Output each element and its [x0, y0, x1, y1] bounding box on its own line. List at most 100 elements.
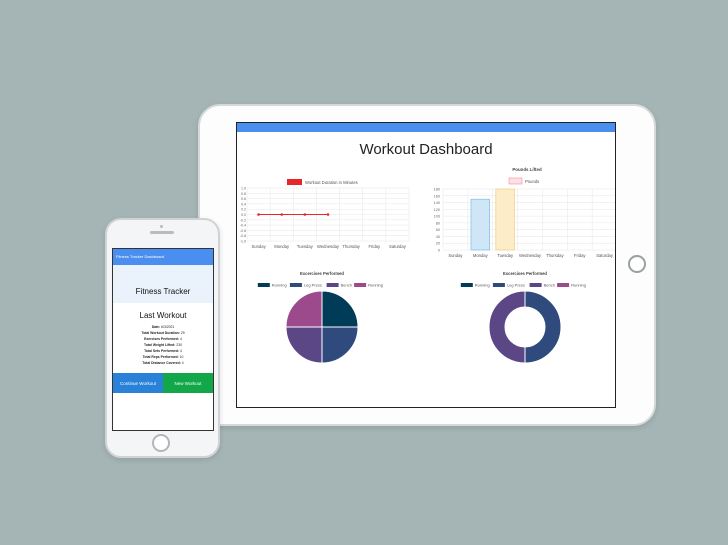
data-point: [257, 213, 260, 216]
y-tick-label: 160: [434, 194, 440, 198]
y-tick-label: 100: [434, 215, 440, 219]
row-label: Total Sets Performed:: [144, 349, 180, 353]
data-point: [326, 213, 330, 216]
pie-slice: [488, 290, 526, 364]
legend-label: Bench: [341, 283, 352, 288]
x-tick-label: Monday: [473, 253, 489, 258]
y-tick-label: -0.4: [240, 224, 246, 228]
continue-workout-button[interactable]: Continue Workout: [113, 373, 163, 393]
y-tick-label: -1.0: [240, 240, 246, 244]
y-tick-label: 0: [438, 249, 440, 253]
chart-title: Pounds Lifted: [512, 167, 542, 172]
phone-screen: Fitness Tracker Dashboard Fitness Tracke…: [112, 248, 214, 431]
y-tick-label: 40: [436, 235, 440, 239]
phone-home-button[interactable]: [152, 434, 170, 452]
dashboard-charts: Workout Duration in Minutes 1.00.80.60.4 0…: [240, 167, 615, 364]
phone-camera: [160, 225, 163, 228]
chart-title: Excercises Performed: [503, 271, 547, 276]
y-tick-label: 140: [434, 201, 440, 205]
x-tick-label: Saturday: [389, 244, 407, 249]
legend-swatch: [508, 177, 523, 185]
chart-title: Excercises Performed: [300, 271, 344, 276]
y-tick-label: -0.2: [240, 218, 246, 222]
phone-app-header: Fitness Tracker: [113, 265, 213, 303]
tablet-home-button[interactable]: [628, 255, 646, 273]
legend-label: Leg Press: [507, 283, 525, 288]
legend-label: Pounds: [525, 179, 539, 184]
legend-swatch: [529, 283, 542, 287]
pie-slice: [524, 290, 562, 364]
x-tick-label: Sunday: [448, 253, 463, 258]
bar: [495, 188, 515, 251]
legend-swatch: [289, 283, 302, 287]
last-workout-heading: Last Workout: [139, 311, 187, 320]
x-tick-label: Tuesday: [497, 253, 514, 258]
x-tick-label: Wednesday: [317, 244, 340, 249]
legend-label: Workout Duration in Minutes: [305, 180, 358, 185]
pie-slice: [285, 290, 323, 328]
data-point: [303, 213, 307, 216]
y-tick-label: 0.0: [241, 213, 246, 217]
y-tick-label: -0.6: [240, 229, 246, 233]
legend-label: Running: [368, 283, 383, 288]
legend-label: Running: [475, 283, 490, 288]
y-tick-label: 120: [434, 208, 440, 212]
row-value: 6/3/2021: [160, 325, 175, 329]
row-value: 4: [179, 349, 182, 353]
dashboard-screen: Workout Dashboard Workout Duration in Mi…: [236, 122, 616, 408]
row-label: Total Reps Performed:: [142, 355, 179, 359]
bar: [470, 198, 490, 251]
y-tick-label: 0.2: [241, 208, 246, 212]
legend-swatch: [287, 179, 302, 185]
x-tick-label: Monday: [274, 244, 290, 249]
legend-swatch: [557, 283, 570, 287]
y-tick-label: 0.4: [241, 202, 246, 206]
phone-action-buttons: Continue Workout New Workout: [113, 373, 213, 393]
x-tick-label: Thursday: [546, 253, 564, 258]
row-label: Total Distance Covered:: [142, 361, 181, 365]
y-tick-label: 0.8: [241, 192, 246, 196]
y-tick-label: -0.8: [240, 234, 246, 238]
phone-navbar[interactable]: Fitness Tracker Dashboard: [113, 249, 213, 265]
x-tick-label: Friday: [368, 244, 381, 249]
pie-slice: [285, 326, 323, 364]
y-tick-label: 80: [436, 221, 440, 225]
legend-label: Bench: [544, 283, 555, 288]
legend-swatch: [257, 283, 270, 287]
row-value: 29: [179, 331, 185, 335]
new-workout-button[interactable]: New Workout: [163, 373, 213, 393]
x-tick-label: Wednesday: [519, 253, 542, 258]
row-label: Total Weight Lifted:: [144, 343, 176, 347]
row-label: Date:: [151, 325, 161, 329]
row-value: 10: [178, 355, 184, 359]
last-workout-list: Date: 6/3/2021 Total Workout Duration: 29…: [113, 324, 213, 366]
row-value: 4: [180, 361, 184, 365]
y-tick-label: 60: [436, 228, 440, 232]
app-title: Fitness Tracker: [135, 287, 191, 296]
legend-label: Leg Press: [304, 283, 322, 288]
last-workout-row: Total Distance Covered: 4: [113, 360, 213, 366]
pie-slice: [321, 326, 359, 364]
phone-speaker: [150, 231, 174, 234]
legend-swatch: [326, 283, 339, 287]
row-value: 230: [175, 343, 182, 347]
y-tick-label: 1.0: [241, 187, 246, 191]
y-tick-label: 180: [434, 188, 440, 192]
y-tick-label: 0.6: [241, 197, 246, 201]
x-tick-label: Tuesday: [297, 244, 314, 249]
y-tick-label: 20: [436, 242, 440, 246]
legend-swatch: [492, 283, 505, 287]
row-label: Total Workout Duration:: [141, 331, 180, 335]
x-tick-label: Saturday: [596, 253, 614, 258]
legend-swatch: [460, 283, 473, 287]
legend-swatch: [354, 283, 367, 287]
legend-label: Running: [571, 283, 586, 288]
x-tick-label: Friday: [574, 253, 587, 258]
legend-label: Running: [272, 283, 287, 288]
x-tick-label: Sunday: [251, 244, 266, 249]
row-value: 4: [179, 337, 182, 341]
row-label: Exercises Performed:: [144, 337, 180, 341]
pie-slice: [321, 290, 359, 328]
x-tick-label: Thursday: [342, 244, 360, 249]
data-point: [280, 213, 284, 216]
